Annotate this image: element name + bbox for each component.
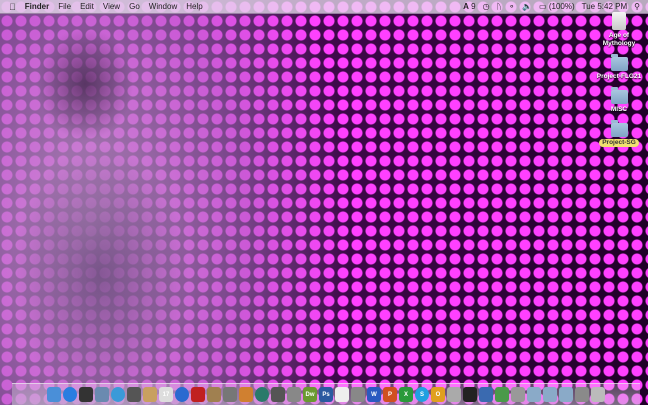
dock-image-capture-icon[interactable] (351, 387, 365, 402)
volume-icon[interactable]: 🔈 (522, 2, 532, 11)
dock-safari-icon[interactable] (111, 387, 125, 402)
dock-word-icon[interactable]: W (367, 387, 381, 402)
time-machine-icon[interactable]: ◷ (483, 2, 490, 11)
dock-preview-icon[interactable] (95, 387, 109, 402)
dock-time-machine-icon[interactable] (255, 387, 269, 402)
spotlight-icon[interactable]: ⚲ (634, 2, 640, 11)
dock-documents-folder-icon[interactable] (543, 387, 557, 402)
desktop-icon-misc[interactable]: MISC (610, 87, 628, 114)
dock-dreamweaver-icon[interactable]: Dw (303, 387, 317, 402)
dock-disk-utility-icon[interactable] (447, 387, 461, 402)
dock-acrobat-icon[interactable] (335, 387, 349, 402)
dock-facetime-icon[interactable] (127, 387, 141, 402)
dock-address-book-icon[interactable] (143, 387, 157, 402)
dock-ical-icon[interactable]: 17 (159, 387, 173, 402)
dock-app-store-icon[interactable] (63, 387, 77, 402)
dock-itunes-icon[interactable] (175, 387, 189, 402)
desktop-icons: Age of Mythology Project-FLG21 MISC Project… (596, 12, 642, 153)
desktop-wallpaper (0, 0, 648, 405)
dock-photo-booth-icon[interactable] (191, 387, 205, 402)
menu-file[interactable]: File (58, 2, 71, 11)
menu-window[interactable]: Window (149, 2, 177, 11)
wifi-icon[interactable]: ⚬ (508, 2, 515, 11)
dock-photoshop-icon[interactable]: Ps (319, 387, 333, 402)
dock-dashboard-icon[interactable] (79, 387, 93, 402)
dock-dvd-player-icon[interactable] (271, 387, 285, 402)
desktop-icon-project-flg21[interactable]: Project-FLG21 (597, 54, 641, 81)
desktop-icon-label: Age of Mythology (602, 32, 636, 47)
dock-sparkle-icon[interactable] (223, 387, 237, 402)
apple-menu-icon[interactable]:  (9, 2, 16, 12)
dock-excel-icon[interactable]: X (399, 387, 413, 402)
menu-view[interactable]: View (103, 2, 120, 11)
dock: 17 Dw Ps W P X S O (12, 383, 640, 405)
battery-status[interactable]: ▭ (100%) (539, 2, 575, 11)
dock-outlook-icon[interactable]: O (431, 387, 445, 402)
clock[interactable]: Tue 5:42 PM (582, 2, 628, 11)
desktop-icon-label: Project-FLG21 (596, 73, 642, 80)
wallpaper-portrait (0, 14, 230, 384)
menu-go[interactable]: Go (129, 2, 140, 11)
status-area: A 9 ◷ ᚢ ⚬ 🔈 ▭ (100%) Tue 5:42 PM ⚲ (463, 2, 648, 11)
adobe-count: 9 (471, 2, 476, 11)
folder-icon (610, 87, 628, 104)
menu-bar:  Finder File Edit View Go Window Help A… (0, 0, 648, 14)
dock-system-preferences-icon[interactable] (287, 387, 301, 402)
dock-network-utility-icon[interactable] (495, 387, 509, 402)
dock-stack-icon[interactable] (575, 387, 589, 402)
dock-camera-icon[interactable] (511, 387, 525, 402)
dock-downloads-folder-icon[interactable] (559, 387, 573, 402)
menu-help[interactable]: Help (186, 2, 202, 11)
bluetooth-icon[interactable]: ᚢ (497, 2, 502, 11)
folder-icon (610, 120, 628, 137)
dock-garageband-icon[interactable] (239, 387, 253, 402)
desktop-icon-age-of-mythology[interactable]: Age of Mythology (597, 12, 641, 48)
dock-terminal-icon[interactable] (463, 387, 477, 402)
adobe-updater-status[interactable]: A 9 (463, 2, 475, 11)
dock-iphoto-icon[interactable] (207, 387, 221, 402)
drive-icon (612, 12, 626, 30)
desktop-icon-label: Project-SG (599, 139, 639, 147)
desktop-icon-label: MISC (610, 106, 628, 113)
dock-applications-folder-icon[interactable] (527, 387, 541, 402)
desktop-icon-project-sg[interactable]: Project-SG (599, 120, 639, 147)
dock-skype-icon[interactable]: S (415, 387, 429, 402)
folder-icon (610, 54, 628, 71)
dock-powerpoint-icon[interactable]: P (383, 387, 397, 402)
menu-edit[interactable]: Edit (80, 2, 94, 11)
menu-app-finder[interactable]: Finder (25, 2, 49, 11)
dock-xcode-icon[interactable] (479, 387, 493, 402)
dock-finder-icon[interactable] (47, 387, 61, 402)
dock-trash-icon[interactable] (591, 387, 605, 402)
battery-percent: (100%) (548, 2, 575, 11)
